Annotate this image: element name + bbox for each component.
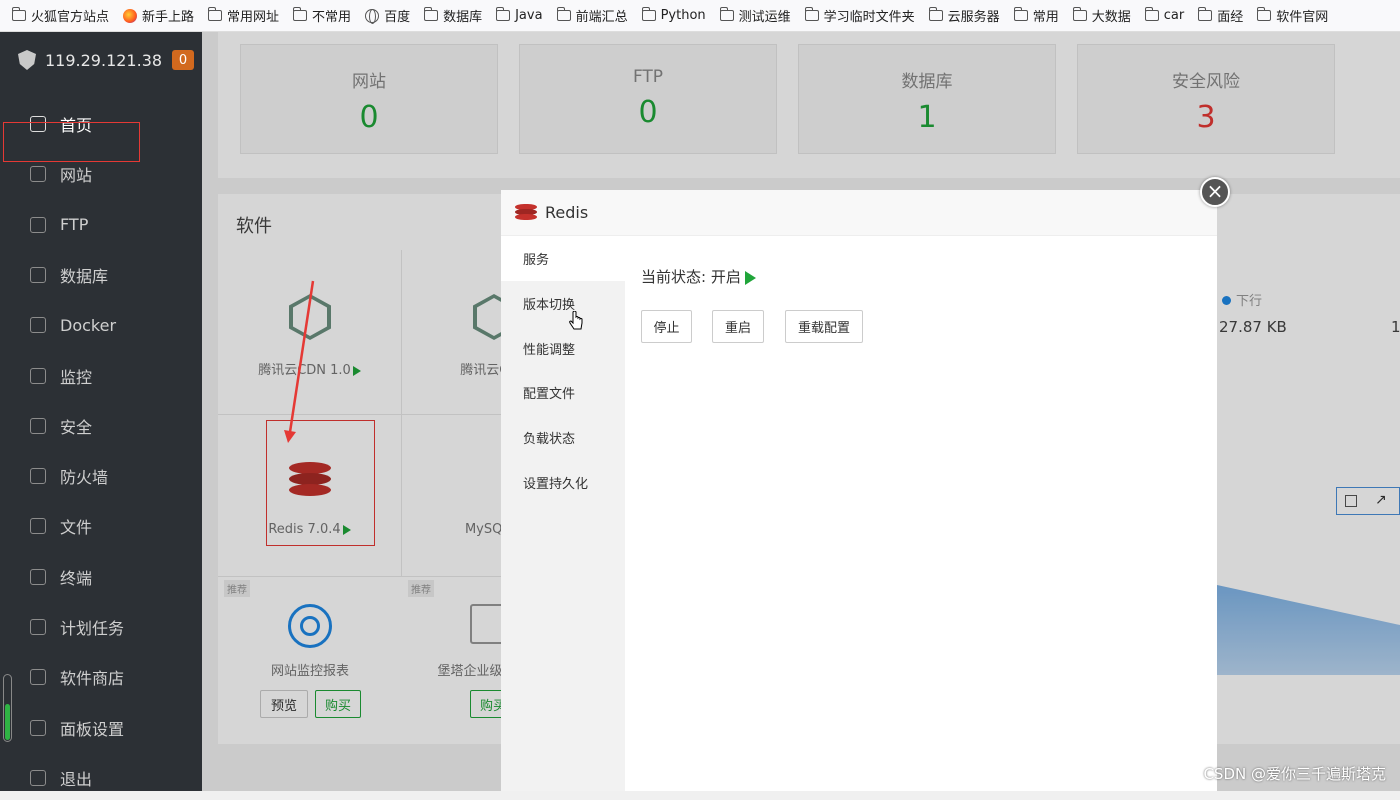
status-label: 当前状态: — [641, 268, 707, 286]
status-value: 开启 — [710, 268, 741, 286]
modal-tab[interactable]: 设置持久化 — [501, 460, 625, 505]
modal-tab[interactable]: 配置文件 — [501, 370, 625, 415]
restart-button[interactable]: 重启 — [712, 310, 764, 343]
reload-config-button[interactable]: 重载配置 — [785, 310, 863, 343]
modal-tab[interactable]: 负载状态 — [501, 415, 625, 460]
modal-title: Redis — [545, 203, 589, 222]
modal-tab[interactable]: 性能调整 — [501, 326, 625, 371]
service-status: 当前状态: 开启 — [641, 266, 756, 287]
hand-cursor-icon — [569, 311, 583, 330]
watermark: CSDN @爱你三千遍斯塔克 — [1203, 765, 1386, 783]
redis-logo-icon — [515, 204, 537, 221]
close-icon[interactable]: × — [1200, 177, 1230, 207]
modal-tab[interactable]: 服务 — [501, 236, 625, 281]
modal-tab[interactable]: 版本切换 — [501, 281, 625, 326]
modal-header: Redis — [501, 190, 1217, 236]
stop-button[interactable]: 停止 — [641, 310, 692, 343]
modal-tabs: 服务 版本切换 性能调整 配置文件 负载状态 设置持久化 — [501, 236, 625, 791]
redis-modal: Redis 服务 版本切换 性能调整 配置文件 负载状态 设置持久化 当前状态: 开启 停… — [501, 190, 1217, 791]
play-icon — [744, 270, 756, 285]
